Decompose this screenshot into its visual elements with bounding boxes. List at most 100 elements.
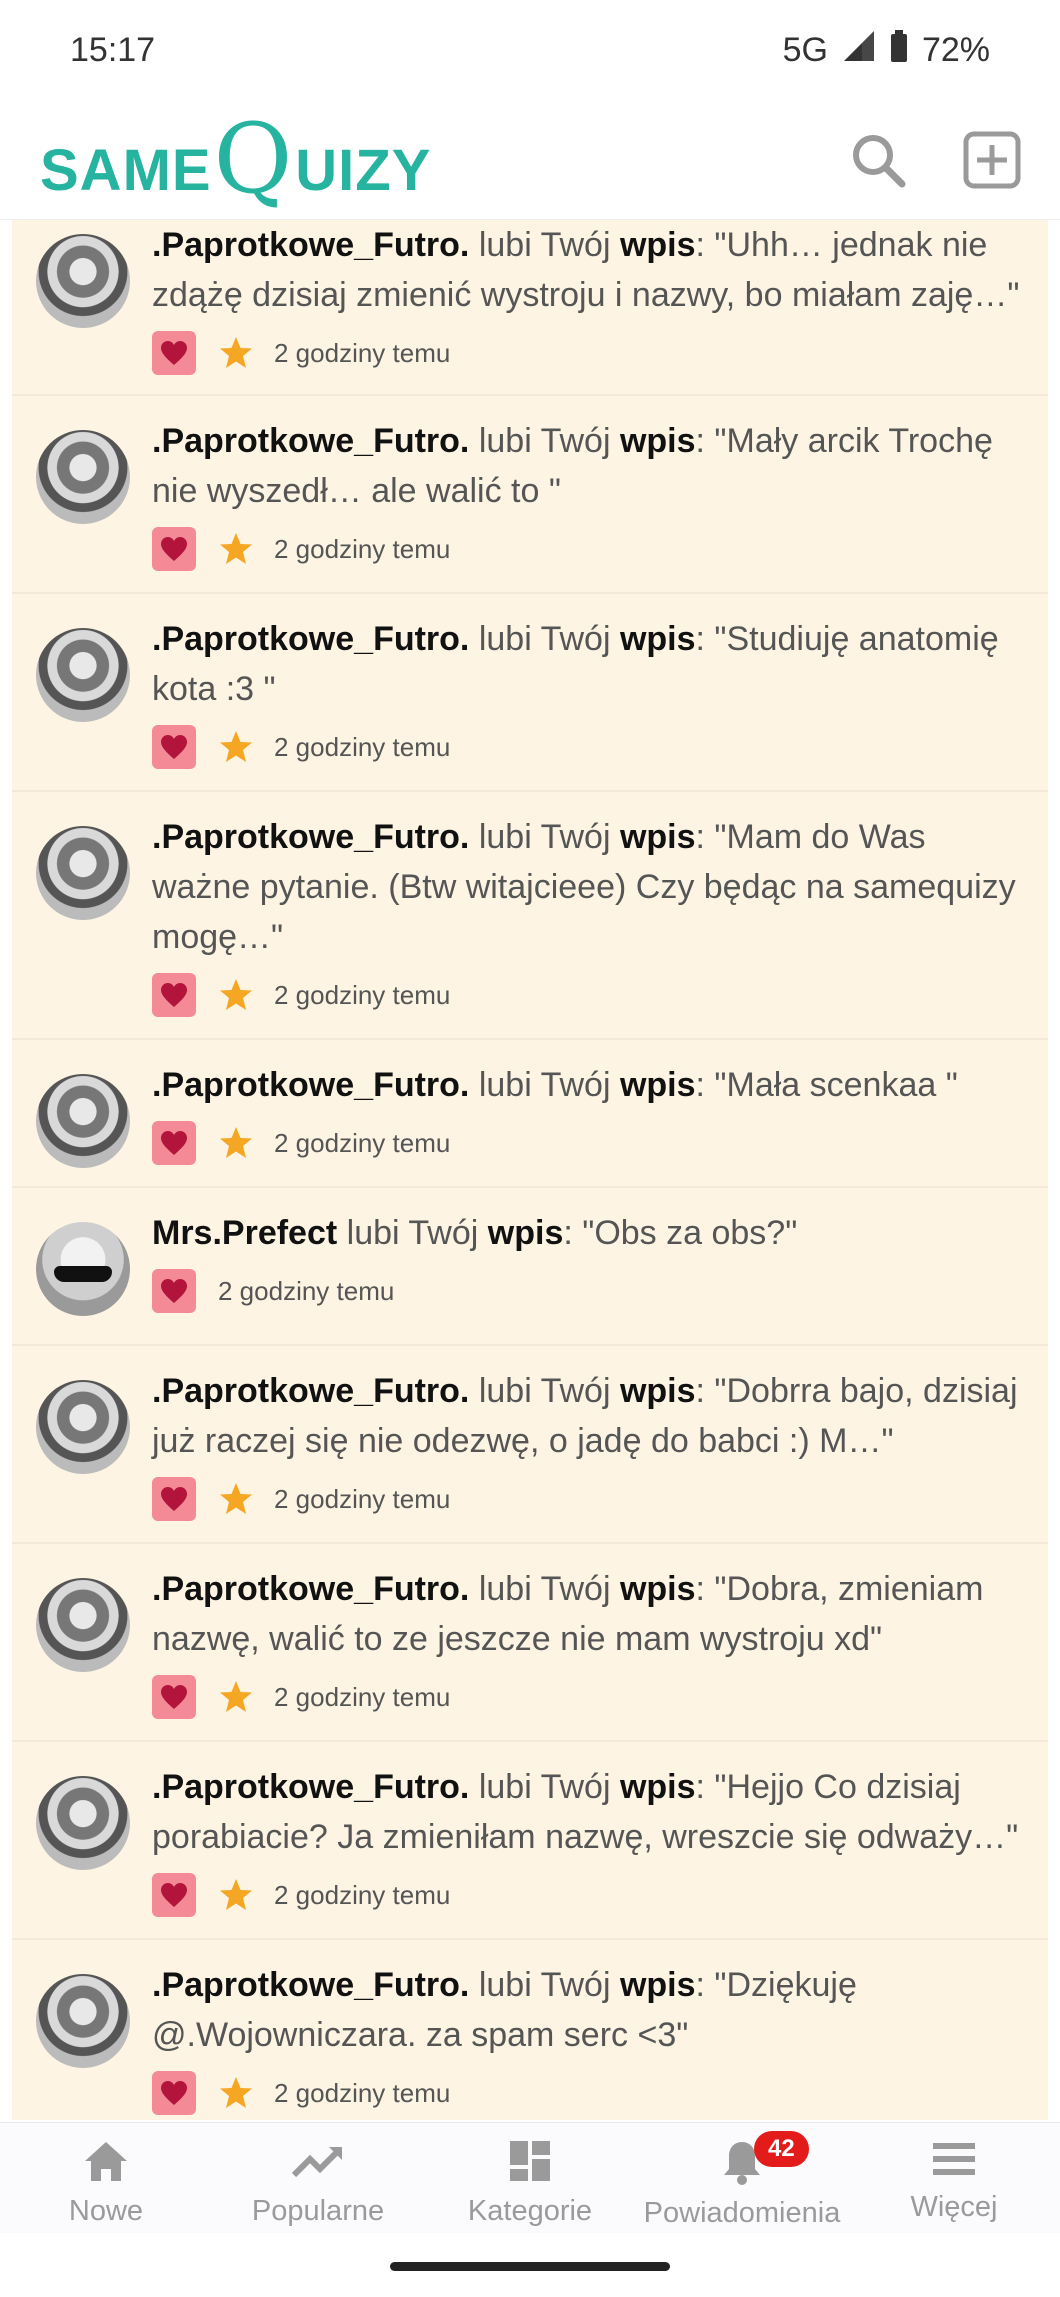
notification-meta: 2 godziny temu [152, 1474, 1028, 1524]
post-link[interactable]: wpis [620, 1966, 696, 2004]
nav-label: Powiadomienia [643, 2197, 841, 2229]
post-link[interactable]: wpis [620, 1066, 696, 1104]
nav-label: Kategorie [467, 2195, 593, 2227]
nav-label: Nowe [68, 2195, 144, 2227]
notification-verb: lubi Twój [478, 226, 620, 264]
notification-verb: lubi Twój [478, 1372, 620, 1410]
nav-popularne[interactable]: Popularne [212, 2123, 424, 2233]
notification-item[interactable]: .Paprotkowe_Futro. lubi Twój wpis: "Uhh…… [12, 220, 1048, 396]
avatar[interactable] [36, 1222, 130, 1316]
battery-icon [890, 29, 908, 71]
avatar[interactable] [36, 628, 130, 722]
notification-item[interactable]: .Paprotkowe_Futro. lubi Twój wpis: "Dobr… [12, 1544, 1048, 1742]
bottom-navigation: Nowe Popularne Kategorie 42 Powiadomienia Wię… [0, 2122, 1060, 2233]
avatar[interactable] [36, 1380, 130, 1474]
star-icon [218, 730, 254, 764]
username[interactable]: .Paprotkowe_Futro. [152, 422, 469, 460]
notification-count-badge: 42 [754, 2131, 809, 2167]
battery-level: 72% [921, 30, 990, 69]
grid-icon [508, 2139, 552, 2191]
samequizy-logo[interactable]: SAME Q UIZY [40, 102, 431, 215]
notification-time: 2 godziny temu [274, 533, 451, 564]
post-link[interactable]: wpis [620, 1768, 696, 1806]
nav-powiadomienia[interactable]: 42 Powiadomienia [636, 2123, 848, 2233]
notification-item[interactable]: .Paprotkowe_Futro. lubi Twój wpis: "Stud… [12, 594, 1048, 792]
star-icon [218, 2076, 254, 2110]
notification-verb: lubi Twój [478, 1966, 620, 2004]
username[interactable]: .Paprotkowe_Futro. [152, 1570, 469, 1608]
notification-text: .Paprotkowe_Futro. lubi Twój wpis: "Hejj… [152, 1762, 1028, 1862]
notification-item[interactable]: .Paprotkowe_Futro. lubi Twój wpis: "Mała… [12, 1040, 1048, 1188]
notification-item[interactable]: Mrs.Prefect lubi Twój wpis: "Obs za obs?… [12, 1188, 1048, 1346]
notification-time: 2 godziny temu [274, 979, 451, 1010]
heart-icon [152, 331, 196, 375]
post-link[interactable]: wpis [620, 1372, 696, 1410]
avatar[interactable] [36, 826, 130, 920]
search-icon[interactable] [848, 130, 908, 190]
signal-icon [842, 29, 876, 72]
notification-text: Mrs.Prefect lubi Twój wpis: "Obs za obs?… [152, 1208, 1028, 1258]
username[interactable]: .Paprotkowe_Futro. [152, 620, 469, 658]
post-link[interactable]: wpis [620, 1570, 696, 1608]
avatar[interactable] [36, 1578, 130, 1672]
status-bar: 15:17 5G 72% [0, 0, 1060, 100]
notification-verb: lubi Twój [478, 1768, 620, 1806]
username[interactable]: Mrs.Prefect [152, 1214, 337, 1252]
post-quote: : "Mała scenkaa " [695, 1066, 958, 1104]
notification-text: .Paprotkowe_Futro. lubi Twój wpis: "Dobr… [152, 1366, 1028, 1466]
notifications-list: .Paprotkowe_Futro. lubi Twój wpis: "Uhh…… [12, 220, 1048, 2120]
network-label: 5G [782, 30, 828, 69]
notification-item[interactable]: .Paprotkowe_Futro. lubi Twój wpis: "Hejj… [12, 1742, 1048, 1940]
notification-time: 2 godziny temu [274, 2077, 451, 2108]
heart-icon [152, 1121, 196, 1165]
notification-meta: 2 godziny temu [152, 1266, 1028, 1316]
trending-icon [291, 2139, 345, 2191]
notification-text: .Paprotkowe_Futro. lubi Twój wpis: "Mały… [152, 416, 1028, 516]
nav-więcej[interactable]: Więcej [848, 2123, 1060, 2233]
star-icon [218, 1482, 254, 1516]
avatar[interactable] [36, 1776, 130, 1870]
notification-verb: lubi Twój [478, 620, 620, 658]
avatar[interactable] [36, 1974, 130, 2068]
notification-meta: 2 godziny temu [152, 2068, 1028, 2118]
home-indicator[interactable] [390, 2262, 670, 2271]
username[interactable]: .Paprotkowe_Futro. [152, 1066, 469, 1104]
notification-meta: 2 godziny temu [152, 722, 1028, 772]
avatar[interactable] [36, 234, 130, 328]
heart-icon [152, 1269, 196, 1313]
notification-time: 2 godziny temu [274, 1681, 451, 1712]
notification-text: .Paprotkowe_Futro. lubi Twój wpis: "Dobr… [152, 1564, 1028, 1664]
username[interactable]: .Paprotkowe_Futro. [152, 1768, 469, 1806]
heart-icon [152, 1675, 196, 1719]
notification-time: 2 godziny temu [274, 337, 451, 368]
add-icon[interactable] [962, 130, 1022, 190]
notification-meta: 2 godziny temu [152, 328, 1028, 378]
heart-icon [152, 725, 196, 769]
username[interactable]: .Paprotkowe_Futro. [152, 818, 469, 856]
notification-time: 2 godziny temu [274, 731, 451, 762]
username[interactable]: .Paprotkowe_Futro. [152, 1966, 469, 2004]
post-link[interactable]: wpis [488, 1214, 564, 1252]
logo-q: Q [213, 102, 294, 215]
username[interactable]: .Paprotkowe_Futro. [152, 1372, 469, 1410]
home-icon [82, 2139, 130, 2191]
nav-nowe[interactable]: Nowe [0, 2123, 212, 2233]
app-header: SAME Q UIZY [0, 100, 1060, 220]
notification-item[interactable]: .Paprotkowe_Futro. lubi Twój wpis: "Mały… [12, 396, 1048, 594]
notification-item[interactable]: .Paprotkowe_Futro. lubi Twój wpis: "Dzię… [12, 1940, 1048, 2120]
post-link[interactable]: wpis [620, 226, 696, 264]
star-icon [218, 978, 254, 1012]
post-link[interactable]: wpis [620, 818, 696, 856]
avatar[interactable] [36, 430, 130, 524]
post-link[interactable]: wpis [620, 620, 696, 658]
notification-item[interactable]: .Paprotkowe_Futro. lubi Twój wpis: "Dobr… [12, 1346, 1048, 1544]
avatar[interactable] [36, 1074, 130, 1168]
status-indicators: 5G 72% [783, 29, 990, 72]
nav-kategorie[interactable]: Kategorie [424, 2123, 636, 2233]
username[interactable]: .Paprotkowe_Futro. [152, 226, 469, 264]
notification-verb: lubi Twój [478, 1066, 620, 1104]
notification-time: 2 godziny temu [274, 1483, 451, 1514]
post-link[interactable]: wpis [620, 422, 696, 460]
notification-text: .Paprotkowe_Futro. lubi Twój wpis: "Mała… [152, 1060, 1028, 1110]
notification-item[interactable]: .Paprotkowe_Futro. lubi Twój wpis: "Mam … [12, 792, 1048, 1040]
